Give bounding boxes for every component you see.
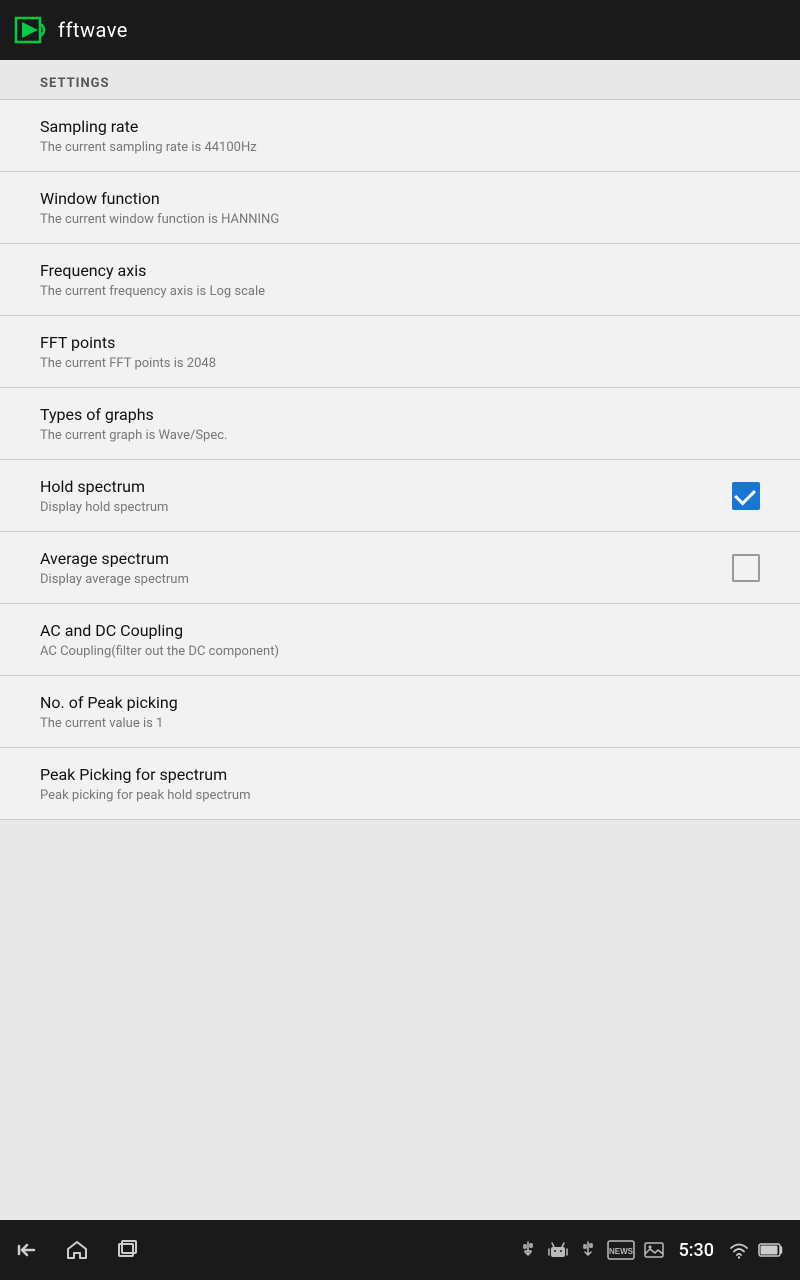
top-bar: fftwave [0, 0, 800, 60]
android-icon [547, 1239, 569, 1261]
settings-item-hold-spectrum[interactable]: Hold spectrum Display hold spectrum [0, 460, 800, 532]
settings-item-title-window-function: Window function [40, 189, 760, 208]
usb2-icon [577, 1239, 599, 1261]
settings-item-title-fft-points: FFT points [40, 333, 760, 352]
settings-item-title-peak-picking-spectrum: Peak Picking for spectrum [40, 765, 760, 784]
settings-container: SETTINGS Sampling rate The current sampli… [0, 60, 800, 820]
nav-back-button[interactable] [16, 1239, 38, 1261]
main-content: SETTINGS Sampling rate The current sampli… [0, 60, 800, 1220]
settings-item-subtitle-no-peak-picking: The current value is 1 [40, 716, 760, 731]
settings-item-subtitle-types-of-graphs: The current graph is Wave/Spec. [40, 428, 760, 443]
settings-item-subtitle-peak-picking-spectrum: Peak picking for peak hold spectrum [40, 788, 760, 803]
settings-item-text-window-function: Window function The current window functi… [40, 189, 760, 227]
settings-item-title-types-of-graphs: Types of graphs [40, 405, 760, 424]
settings-item-text-fft-points: FFT points The current FFT points is 2048 [40, 333, 760, 371]
checkbox-average-spectrum[interactable] [732, 554, 760, 582]
settings-item-subtitle-hold-spectrum: Display hold spectrum [40, 500, 732, 515]
nav-recents-button[interactable] [116, 1239, 138, 1261]
settings-item-title-no-peak-picking: No. of Peak picking [40, 693, 760, 712]
news-icon: NEWS [607, 1240, 635, 1260]
settings-item-subtitle-sampling-rate: The current sampling rate is 44100Hz [40, 140, 760, 155]
settings-item-ac-dc-coupling[interactable]: AC and DC Coupling AC Coupling(filter out… [0, 604, 800, 676]
settings-item-text-hold-spectrum: Hold spectrum Display hold spectrum [40, 477, 732, 515]
settings-item-text-no-peak-picking: No. of Peak picking The current value is … [40, 693, 760, 731]
settings-item-title-sampling-rate: Sampling rate [40, 117, 760, 136]
settings-item-sampling-rate[interactable]: Sampling rate The current sampling rate i… [0, 100, 800, 172]
svg-text:NEWS: NEWS [609, 1247, 634, 1256]
settings-item-text-types-of-graphs: Types of graphs The current graph is Wave… [40, 405, 760, 443]
settings-item-subtitle-fft-points: The current FFT points is 2048 [40, 356, 760, 371]
settings-item-text-frequency-axis: Frequency axis The current frequency axis… [40, 261, 760, 299]
settings-item-no-peak-picking[interactable]: No. of Peak picking The current value is … [0, 676, 800, 748]
settings-item-title-ac-dc-coupling: AC and DC Coupling [40, 621, 760, 640]
app-icon [12, 12, 48, 48]
nav-icons [16, 1239, 138, 1261]
settings-item-subtitle-frequency-axis: The current frequency axis is Log scale [40, 284, 760, 299]
settings-header: SETTINGS [0, 60, 800, 99]
settings-item-fft-points[interactable]: FFT points The current FFT points is 2048 [0, 316, 800, 388]
settings-item-window-function[interactable]: Window function The current window functi… [0, 172, 800, 244]
settings-item-average-spectrum[interactable]: Average spectrum Display average spectrum [0, 532, 800, 604]
settings-item-title-frequency-axis: Frequency axis [40, 261, 760, 280]
gallery-icon [643, 1239, 665, 1261]
settings-item-text-average-spectrum: Average spectrum Display average spectrum [40, 549, 732, 587]
settings-item-subtitle-window-function: The current window function is HANNING [40, 212, 760, 227]
usb-icon [517, 1239, 539, 1261]
app-title: fftwave [58, 18, 128, 42]
checkbox-hold-spectrum[interactable] [732, 482, 760, 510]
settings-item-text-sampling-rate: Sampling rate The current sampling rate i… [40, 117, 760, 155]
nav-home-button[interactable] [66, 1239, 88, 1261]
settings-items-list: Sampling rate The current sampling rate i… [0, 100, 800, 820]
bottom-bar: NEWS 5:30 [0, 1220, 800, 1280]
battery-icon [758, 1242, 784, 1258]
settings-item-text-peak-picking-spectrum: Peak Picking for spectrum Peak picking fo… [40, 765, 760, 803]
settings-item-text-ac-dc-coupling: AC and DC Coupling AC Coupling(filter out… [40, 621, 760, 659]
wifi-icon [728, 1239, 750, 1261]
settings-item-subtitle-ac-dc-coupling: AC Coupling(filter out the DC component) [40, 644, 760, 659]
status-icons: NEWS 5:30 [517, 1239, 784, 1261]
settings-item-peak-picking-spectrum[interactable]: Peak Picking for spectrum Peak picking fo… [0, 748, 800, 820]
time-display: 5:30 [679, 1240, 714, 1261]
settings-item-types-of-graphs[interactable]: Types of graphs The current graph is Wave… [0, 388, 800, 460]
settings-item-title-average-spectrum: Average spectrum [40, 549, 732, 568]
settings-item-subtitle-average-spectrum: Display average spectrum [40, 572, 732, 587]
settings-item-frequency-axis[interactable]: Frequency axis The current frequency axis… [0, 244, 800, 316]
settings-item-title-hold-spectrum: Hold spectrum [40, 477, 732, 496]
